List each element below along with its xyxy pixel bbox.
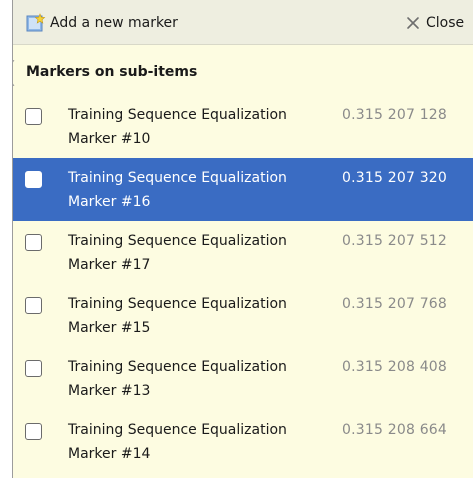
marker-name: Training Sequence Equalization bbox=[68, 296, 287, 312]
marker-value: 0.315 207 128 bbox=[342, 107, 448, 123]
marker-id: Marker #13 bbox=[68, 383, 151, 399]
close-button[interactable]: Close bbox=[405, 12, 464, 34]
marker-id: Marker #10 bbox=[68, 131, 151, 147]
marker-checkbox[interactable] bbox=[25, 171, 42, 188]
marker-id: Marker #15 bbox=[68, 320, 151, 336]
marker-checkbox[interactable] bbox=[25, 234, 42, 251]
marker-value: 0.315 207 768 bbox=[342, 296, 448, 312]
add-marker-icon bbox=[26, 13, 46, 32]
marker-row[interactable]: Training Sequence Equalization Marker #1… bbox=[13, 347, 473, 410]
marker-row[interactable]: Training Sequence Equalization Marker #1… bbox=[13, 284, 473, 347]
marker-id: Marker #16 bbox=[68, 194, 151, 210]
marker-name: Training Sequence Equalization bbox=[68, 107, 287, 123]
close-label: Close bbox=[426, 15, 465, 31]
popup-toolbar: Add a new marker Close bbox=[13, 0, 473, 45]
marker-row[interactable]: Training Sequence Equalization Marker #1… bbox=[13, 410, 473, 473]
add-marker-label: Add a new marker bbox=[50, 15, 178, 31]
marker-name: Training Sequence Equalization bbox=[68, 422, 287, 438]
marker-checkbox[interactable] bbox=[25, 360, 42, 377]
popup-pointer-notch bbox=[13, 60, 15, 86]
marker-name: Training Sequence Equalization bbox=[68, 233, 287, 249]
marker-row[interactable]: Training Sequence Equalization Marker #1… bbox=[13, 221, 473, 284]
close-icon bbox=[407, 17, 419, 29]
marker-name: Training Sequence Equalization bbox=[68, 359, 287, 375]
section-title: Markers on sub-items bbox=[26, 64, 198, 80]
marker-row-selected[interactable]: Training Sequence Equalization Marker #1… bbox=[13, 158, 473, 221]
marker-value: 0.315 207 320 bbox=[342, 170, 448, 186]
marker-checkbox[interactable] bbox=[25, 297, 42, 314]
marker-id: Marker #14 bbox=[68, 446, 151, 462]
marker-value: 0.315 208 408 bbox=[342, 359, 448, 375]
marker-checkbox[interactable] bbox=[25, 108, 42, 125]
marker-checkbox[interactable] bbox=[25, 423, 42, 440]
marker-value: 0.315 207 512 bbox=[342, 233, 448, 249]
markers-popup-panel: Add a new marker Close Markers on sub-it… bbox=[12, 0, 473, 478]
marker-id: Marker #17 bbox=[68, 257, 151, 273]
add-marker-button[interactable]: Add a new marker bbox=[26, 12, 178, 34]
marker-row[interactable]: Training Sequence Equalization Marker #1… bbox=[13, 95, 473, 158]
marker-name: Training Sequence Equalization bbox=[68, 170, 287, 186]
marker-value: 0.315 208 664 bbox=[342, 422, 448, 438]
